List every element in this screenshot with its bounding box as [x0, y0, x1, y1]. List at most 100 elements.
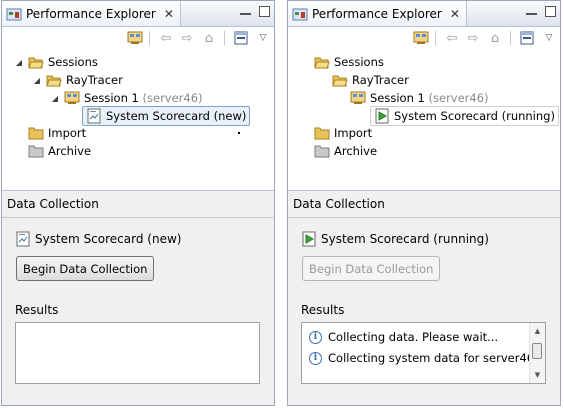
tree-node-import[interactable]: Import	[314, 124, 372, 142]
close-icon[interactable]: ✕	[450, 7, 460, 21]
result-text: Collecting system data for server46	[328, 351, 535, 365]
session-icon	[64, 90, 80, 106]
data-collection-item-label: System Scorecard (running)	[321, 232, 489, 246]
view-tab[interactable]: Performance Explorer ✕	[288, 1, 467, 26]
performance-explorer-icon	[292, 6, 308, 22]
new-session-icon[interactable]	[413, 30, 429, 46]
tree-label-server: (server46)	[428, 91, 489, 105]
scorecard-running-icon	[301, 231, 317, 247]
expanded-twisty-icon[interactable]: ◢	[14, 58, 24, 67]
folder-open-icon	[28, 54, 44, 70]
minimize-icon[interactable]	[240, 6, 251, 15]
data-collection-item: System Scorecard (new)	[15, 231, 181, 247]
back-arrow-icon[interactable]: ⇦	[158, 30, 174, 46]
folder-icon	[314, 125, 330, 141]
scorecard-icon	[86, 108, 102, 124]
maximize-icon[interactable]	[545, 6, 556, 17]
view-tab[interactable]: Performance Explorer ✕	[2, 1, 181, 26]
tree-node-archive[interactable]: Archive	[314, 142, 377, 160]
view-tab-title: Performance Explorer	[312, 6, 442, 21]
results-box[interactable]	[15, 322, 260, 384]
tree-node-raytracer[interactable]: ◢ RayTracer	[32, 71, 123, 89]
close-icon[interactable]: ✕	[164, 7, 174, 21]
tree-label: RayTracer	[352, 73, 409, 87]
tree-label: Archive	[48, 144, 92, 158]
view-menu-icon[interactable]: ▽	[541, 30, 557, 46]
tree-node-archive[interactable]: Archive	[28, 142, 91, 160]
tree-label: System Scorecard (new)	[106, 109, 247, 123]
results-label: Results	[15, 303, 59, 317]
scroll-down-icon[interactable]: ▼	[530, 368, 545, 382]
tree-node-import[interactable]: Import	[28, 124, 86, 142]
view-toolbar: ⇦ ⇨ ⌂ ▽	[2, 27, 274, 49]
expanded-twisty-icon[interactable]: ◢	[50, 94, 60, 103]
begin-data-collection-button[interactable]: Begin Data Collection	[302, 256, 441, 281]
performance-explorer-icon	[6, 6, 22, 22]
tree-label: Sessions	[48, 55, 98, 69]
results-scrollbar[interactable]: ▲ ▼	[529, 323, 545, 383]
tree-label: RayTracer	[66, 73, 123, 87]
new-session-icon[interactable]	[127, 30, 143, 46]
tree-node-raytracer[interactable]: RayTracer	[332, 71, 409, 89]
tree-node-sessions[interactable]: Sessions	[314, 53, 384, 71]
collapse-all-icon[interactable]	[233, 30, 249, 46]
view-toolbar: ⇦ ⇨ ⌂ ▽	[288, 27, 560, 49]
view-menu-icon[interactable]: ▽	[255, 30, 271, 46]
collapse-all-icon[interactable]	[519, 30, 535, 46]
data-collection-header: Data Collection	[288, 191, 560, 218]
folder-open-icon	[314, 54, 330, 70]
view-tab-title: Performance Explorer	[26, 6, 156, 21]
data-collection-body: System Scorecard (running) Begin Data Co…	[288, 218, 560, 405]
session-icon	[350, 90, 366, 106]
view-titlebar: Performance Explorer ✕	[2, 1, 274, 27]
toolbar-separator	[149, 31, 150, 45]
home-icon[interactable]: ⌂	[487, 30, 503, 46]
data-collection-header: Data Collection	[2, 191, 274, 218]
expanded-twisty-icon[interactable]: ◢	[32, 76, 42, 85]
minimize-icon[interactable]	[526, 6, 537, 15]
data-collection-item-label: System Scorecard (new)	[35, 232, 182, 246]
scorecard-icon	[15, 231, 31, 247]
scroll-thumb[interactable]	[532, 343, 542, 359]
performance-explorer-view-right: Performance Explorer ✕ ⇦ ⇨ ⌂ ▽ Sessions	[287, 0, 561, 406]
tree-node-sessions[interactable]: ◢ Sessions	[14, 53, 98, 71]
tree-label: Sessions	[334, 55, 384, 69]
folder-open-icon	[332, 72, 348, 88]
stray-dot	[238, 132, 240, 134]
toolbar-separator	[435, 31, 436, 45]
tree-node-scorecard[interactable]: System Scorecard (new)	[82, 106, 251, 126]
data-collection-body: System Scorecard (new) Begin Data Collec…	[2, 218, 274, 405]
toolbar-separator	[224, 31, 225, 45]
archive-folder-icon	[28, 143, 44, 159]
tree-label: Session 1	[84, 91, 139, 105]
tree-label: Import	[48, 126, 87, 140]
archive-folder-icon	[314, 143, 330, 159]
session-tree: Sessions RayTracer Session 1 (server46) …	[288, 49, 560, 191]
view-titlebar: Performance Explorer ✕	[288, 1, 560, 27]
tree-label-server: (server46)	[142, 91, 203, 105]
results-box[interactable]: i Collecting data. Please wait... i Coll…	[301, 322, 546, 384]
results-label: Results	[301, 303, 345, 317]
tree-node-scorecard[interactable]: System Scorecard (running)	[370, 106, 559, 126]
session-tree: ◢ Sessions ◢ RayTracer ◢ Session 1 (serv…	[2, 49, 274, 191]
tree-label: Archive	[334, 144, 378, 158]
toolbar-separator	[510, 31, 511, 45]
back-arrow-icon[interactable]: ⇦	[444, 30, 460, 46]
forward-arrow-icon[interactable]: ⇨	[465, 30, 481, 46]
tree-node-session[interactable]: Session 1 (server46)	[350, 89, 489, 107]
result-line: i Collecting data. Please wait...	[309, 328, 498, 346]
forward-arrow-icon[interactable]: ⇨	[179, 30, 195, 46]
tree-node-session[interactable]: ◢ Session 1 (server46)	[50, 89, 203, 107]
scorecard-running-icon	[374, 108, 390, 124]
folder-open-icon	[46, 72, 62, 88]
home-icon[interactable]: ⌂	[201, 30, 217, 46]
data-collection-item: System Scorecard (running)	[301, 231, 489, 247]
tree-label: Import	[334, 126, 373, 140]
performance-explorer-view-left: Performance Explorer ✕ ⇦ ⇨ ⌂ ▽ ◢ Session…	[1, 0, 275, 406]
scroll-up-icon[interactable]: ▲	[530, 324, 545, 338]
info-icon: i	[309, 330, 322, 344]
tree-label: Session 1	[370, 91, 425, 105]
maximize-icon[interactable]	[259, 6, 270, 17]
begin-data-collection-button[interactable]: Begin Data Collection	[16, 256, 155, 281]
folder-icon	[28, 125, 44, 141]
